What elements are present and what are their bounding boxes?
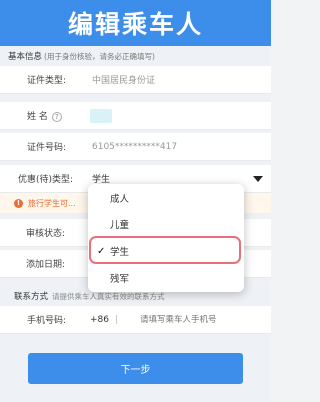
passenger-type-label: 优惠(待)类型:	[18, 175, 74, 185]
contact-title: 联系方式	[14, 292, 49, 302]
id-number-row: 证件号码: 6105**********417	[0, 133, 271, 161]
help-icon[interactable]: ?	[51, 111, 62, 122]
review-status-label: 审核状态:	[26, 229, 66, 239]
id-number-label: 证件号码:	[27, 143, 67, 153]
name-label-wrap: 姓 名?	[27, 109, 62, 122]
id-type-label: 证件类型:	[27, 76, 67, 86]
phone-row[interactable]: 手机号码: +86 |	[0, 306, 271, 334]
dropdown-option-label: 儿童	[110, 220, 130, 231]
id-type-value: 中国居民身份证	[92, 76, 156, 86]
dropdown-option-disabled-military[interactable]: 残军	[88, 267, 244, 289]
header: 编辑乘车人	[0, 0, 271, 46]
chevron-down-icon[interactable]	[253, 175, 263, 182]
warning-icon: !	[14, 198, 23, 208]
dropdown-option-label: 残军	[110, 274, 130, 285]
phone-input[interactable]	[140, 314, 265, 325]
id-type-row[interactable]: 证件类型: 中国居民身份证	[0, 66, 271, 94]
contact-hint: 请提供乘车人真实有效的联系方式	[52, 291, 165, 301]
id-number-value: 6105**********417	[92, 141, 178, 152]
name-label: 姓 名	[27, 112, 48, 122]
name-input[interactable]	[90, 108, 112, 123]
app-frame: 编辑乘车人 基本信息 (用于身份核验，请务必正确填写) 证件类型: 中国居民身份…	[0, 0, 271, 402]
selected-option-highlight	[89, 236, 241, 264]
basic-info-title: 基本信息	[8, 52, 43, 62]
basic-info-hint: (用于身份核验，请务必正确填写)	[44, 51, 155, 61]
warning-text: 旅行学生可...	[28, 198, 76, 208]
basic-info-section-header: 基本信息 (用于身份核验，请务必正确填写)	[0, 46, 271, 66]
phone-prefix[interactable]: +86	[90, 315, 109, 325]
phone-separator: |	[115, 314, 119, 325]
phone-label: 手机号码:	[27, 316, 67, 326]
dropdown-option-child[interactable]: 儿童	[88, 213, 244, 235]
next-button[interactable]: 下一步	[28, 353, 243, 384]
add-date-label: 添加日期:	[26, 260, 66, 270]
dropdown-option-adult[interactable]: 成人	[88, 187, 244, 209]
name-row[interactable]: 姓 名?	[0, 102, 271, 130]
page-title: 编辑乘车人	[67, 10, 203, 39]
dropdown-option-label: 成人	[110, 194, 130, 205]
